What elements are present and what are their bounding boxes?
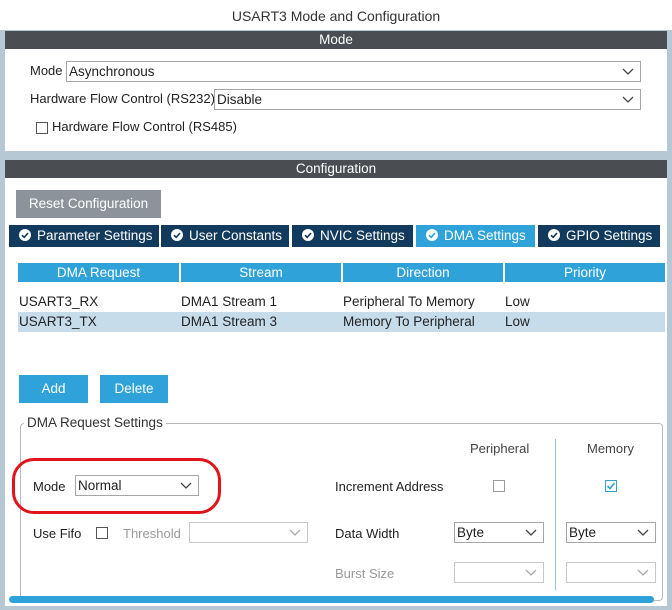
tab-label: GPIO Settings	[566, 228, 653, 243]
tab-user-constants[interactable]: User Constants	[161, 225, 289, 247]
cell-stream: DMA1 Stream 3	[181, 314, 278, 329]
chevron-down-icon	[637, 567, 649, 577]
burst-size-peripheral-select[interactable]	[454, 562, 544, 583]
reset-configuration-button[interactable]: Reset Configuration	[16, 190, 161, 218]
threshold-select[interactable]	[189, 522, 308, 543]
hw-flow-label: Hardware Flow Control (RS232)	[30, 91, 215, 106]
cell-priority: Low	[505, 294, 530, 309]
configuration-section-header: Configuration	[5, 160, 667, 178]
add-button[interactable]: Add	[19, 375, 88, 403]
tab-label: Parameter Settings	[37, 228, 153, 243]
mode-section-header: Mode	[5, 31, 667, 49]
cell-stream: DMA1 Stream 1	[181, 294, 278, 309]
mode-label: Mode	[30, 63, 63, 78]
tab-dma-settings[interactable]: DMA Settings	[416, 225, 535, 247]
memory-column-header: Memory	[587, 441, 634, 456]
cell-dma-request: USART3_RX	[19, 294, 99, 309]
data-width-label: Data Width	[335, 526, 400, 541]
peripheral-column-header: Peripheral	[470, 441, 530, 456]
chevron-down-icon	[289, 527, 301, 537]
increment-peripheral-checkbox[interactable]	[493, 480, 505, 492]
tab-parameter-settings[interactable]: Parameter Settings	[9, 225, 159, 247]
hw-flow-select-value: Disable	[217, 92, 263, 107]
delete-button[interactable]: Delete	[100, 375, 168, 403]
red-highlight-annotation	[12, 458, 221, 514]
mode-select-value: Asynchronous	[69, 64, 155, 79]
rs485-checkbox[interactable]	[36, 122, 48, 134]
burst-size-memory-select[interactable]	[566, 562, 656, 583]
tab-label: User Constants	[189, 228, 283, 243]
column-divider	[555, 439, 556, 590]
table-row-selected[interactable]	[18, 312, 665, 332]
check-circle-icon	[426, 226, 438, 241]
check-circle-icon	[171, 226, 183, 241]
horizontal-scrollbar[interactable]	[9, 596, 654, 603]
table-row[interactable]	[18, 292, 665, 312]
chevron-down-icon	[622, 66, 634, 76]
chevron-down-icon	[525, 567, 537, 577]
column-header-direction[interactable]: Direction	[343, 263, 503, 282]
data-width-peripheral-select[interactable]: Byte	[454, 522, 544, 543]
checkmark-icon	[606, 482, 616, 490]
use-fifo-label: Use Fifo	[33, 526, 82, 541]
hw-flow-select[interactable]: Disable	[214, 89, 641, 110]
data-width-peripheral-value: Byte	[457, 525, 485, 540]
column-header-priority[interactable]: Priority	[505, 263, 665, 282]
check-circle-icon	[19, 226, 31, 241]
cell-direction: Memory To Peripheral	[343, 314, 475, 329]
cell-dma-request: USART3_TX	[19, 314, 97, 329]
tab-nvic-settings[interactable]: NVIC Settings	[292, 225, 413, 247]
chevron-down-icon	[622, 94, 634, 104]
increment-address-label: Increment Address	[335, 479, 444, 494]
tab-label: NVIC Settings	[320, 228, 405, 243]
mode-select[interactable]: Asynchronous	[66, 61, 641, 82]
data-width-memory-select[interactable]: Byte	[566, 522, 656, 543]
data-width-memory-value: Byte	[569, 525, 597, 540]
cell-priority: Low	[505, 314, 530, 329]
rs485-label: Hardware Flow Control (RS485)	[52, 119, 237, 134]
cell-direction: Peripheral To Memory	[343, 294, 475, 309]
check-circle-icon	[548, 226, 560, 241]
burst-size-label: Burst Size	[335, 566, 395, 581]
increment-memory-checkbox[interactable]	[605, 480, 617, 492]
column-header-stream[interactable]: Stream	[181, 263, 341, 282]
use-fifo-checkbox[interactable]	[96, 527, 108, 539]
check-circle-icon	[302, 226, 314, 241]
tab-gpio-settings[interactable]: GPIO Settings	[538, 225, 660, 247]
tab-label: DMA Settings	[444, 228, 526, 243]
threshold-label: Threshold	[123, 526, 181, 541]
chevron-down-icon	[637, 527, 649, 537]
chevron-down-icon	[525, 527, 537, 537]
dma-request-settings-legend: DMA Request Settings	[24, 415, 166, 430]
window-title: USART3 Mode and Configuration	[0, 0, 672, 30]
column-header-dma-request[interactable]: DMA Request	[18, 263, 179, 282]
